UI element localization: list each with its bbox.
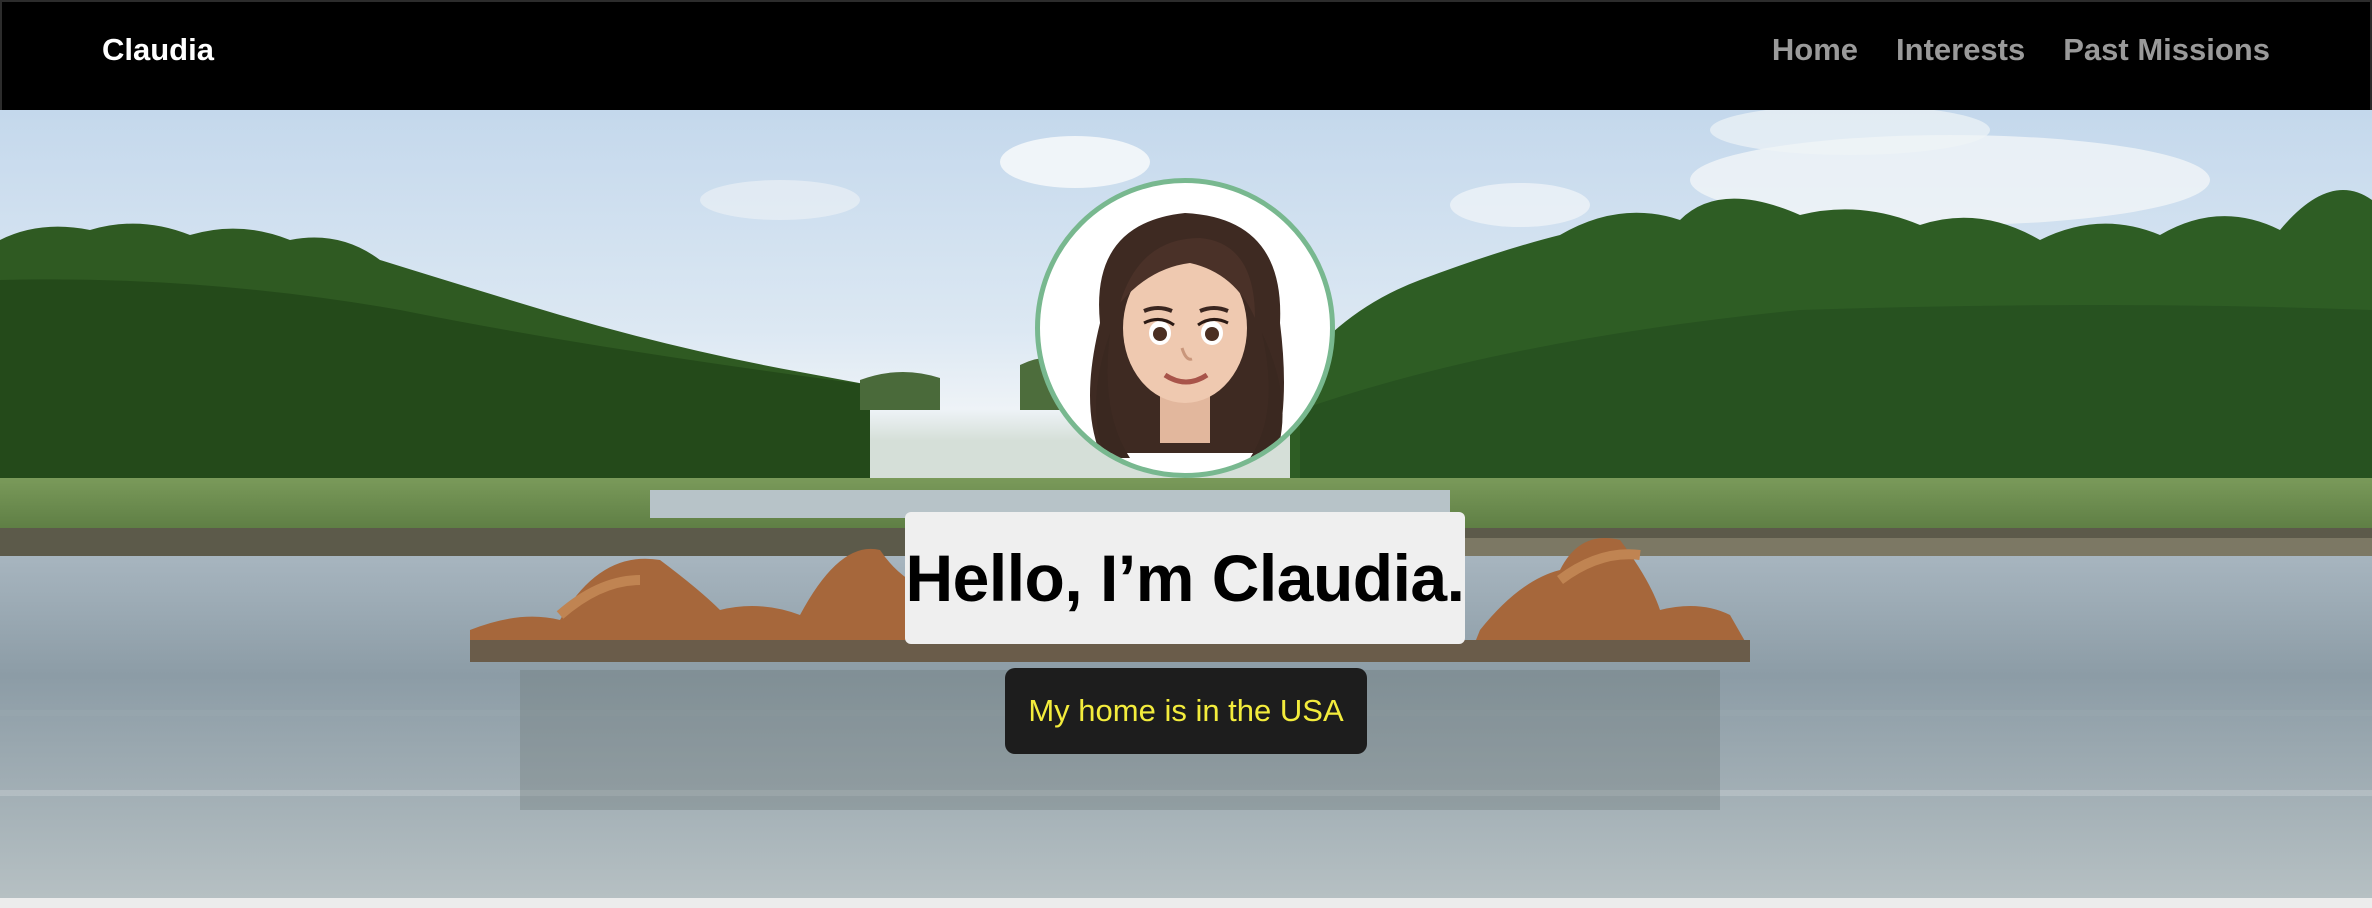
nav-link-past-missions[interactable]: Past Missions [2063, 32, 2270, 68]
tagline-box: My home is in the USA [1005, 668, 1367, 754]
memoji-avatar-image [1090, 213, 1284, 458]
brand-link[interactable]: Claudia [102, 32, 214, 68]
hero-tagline: My home is in the USA [1028, 693, 1344, 728]
avatar [1035, 178, 1335, 478]
page-bottom-edge [0, 898, 2372, 908]
nav-link-home[interactable]: Home [1772, 32, 1858, 68]
navbar: Claudia Home Interests Past Missions [0, 0, 2372, 110]
headline-box: Hello, I’m Claudia. [905, 512, 1465, 644]
hero-headline: Hello, I’m Claudia. [905, 541, 1465, 615]
nav-link-interests[interactable]: Interests [1896, 32, 2025, 68]
hero-section: Hello, I’m Claudia. My home is in the US… [0, 110, 2372, 898]
nav-links: Home Interests Past Missions [1772, 32, 2270, 68]
